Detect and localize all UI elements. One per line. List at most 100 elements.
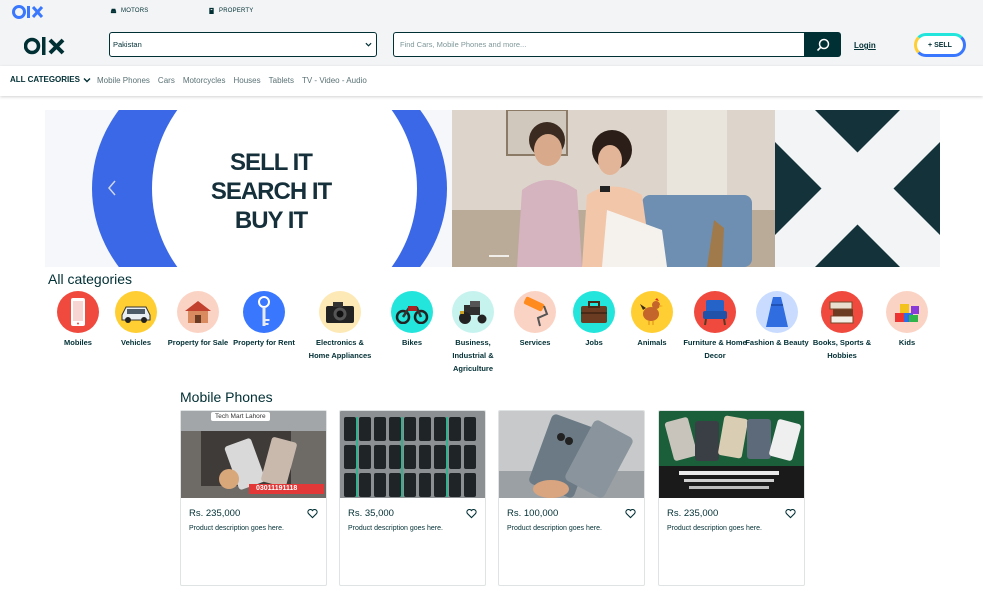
product-card[interactable]: Rs. 35,000 Product description goes here… bbox=[339, 410, 486, 586]
category-mobiles-circle bbox=[57, 291, 99, 333]
category-link-mobile-phones[interactable]: Mobile Phones bbox=[97, 76, 150, 85]
car-icon bbox=[121, 306, 151, 323]
category-link-tv-video-audio[interactable]: TV - Video - Audio bbox=[302, 76, 367, 85]
search-button[interactable] bbox=[804, 32, 841, 57]
product-card[interactable]: Rs. 235,000 Product description goes her… bbox=[658, 410, 805, 586]
chevron-left-icon[interactable] bbox=[107, 180, 117, 196]
product-image-tag: Tech Mart Lahore bbox=[211, 412, 270, 421]
paint-roller-icon bbox=[523, 296, 549, 327]
search-input[interactable]: Find Cars, Mobile Phones and more... bbox=[393, 32, 805, 57]
banner-right-panel bbox=[775, 110, 940, 267]
category-link-motorcycles[interactable]: Motorcycles bbox=[183, 76, 226, 85]
camera-icon bbox=[326, 302, 354, 323]
hero-banner[interactable]: SELL IT SEARCH IT BUY IT bbox=[45, 110, 940, 267]
category-property-for-sale-circle bbox=[177, 291, 219, 333]
couple-photo-image bbox=[452, 110, 775, 267]
armchair-icon bbox=[703, 300, 727, 326]
category-kids[interactable]: Kids bbox=[872, 291, 942, 349]
location-value: Pakistan bbox=[113, 40, 142, 49]
banner-line-3: BUY IT bbox=[234, 207, 308, 234]
category-link-cars[interactable]: Cars bbox=[158, 76, 175, 85]
product-description: Product description goes here. bbox=[507, 525, 602, 532]
category-property-for-rent-circle bbox=[243, 291, 285, 333]
heart-icon[interactable] bbox=[785, 508, 796, 519]
tractor-icon bbox=[459, 301, 487, 324]
dress-icon bbox=[766, 297, 788, 327]
nav-motors-label: MOTORS bbox=[121, 7, 149, 14]
category-bikes-label: Bikes bbox=[401, 338, 422, 347]
product-photo-3 bbox=[499, 411, 644, 498]
category-animals[interactable]: Animals bbox=[617, 291, 687, 349]
books-icon bbox=[829, 301, 854, 324]
product-photo-1 bbox=[181, 411, 326, 498]
product-card[interactable]: Tech Mart Lahore 03011191118 Rs. 235,000… bbox=[180, 410, 327, 586]
top-strip: MOTORS PROPERTY bbox=[0, 0, 983, 24]
nav-motors[interactable]: MOTORS bbox=[110, 7, 148, 14]
category-books-sports-circle bbox=[821, 291, 863, 333]
category-property-for-sale[interactable]: Property for Sale bbox=[163, 291, 233, 349]
product-photo-2 bbox=[340, 411, 485, 498]
product-photo-4 bbox=[659, 411, 804, 498]
category-business[interactable]: Business, Industrial & Agriculture bbox=[438, 291, 508, 375]
category-electronics-circle bbox=[319, 291, 361, 333]
product-price: Rs. 235,000 bbox=[189, 508, 241, 519]
banner-line-1: SELL IT bbox=[230, 149, 313, 176]
login-link[interactable]: Login bbox=[854, 41, 876, 50]
search-placeholder: Find Cars, Mobile Phones and more... bbox=[400, 40, 527, 49]
category-bikes[interactable]: Bikes bbox=[377, 291, 447, 349]
category-services-circle bbox=[514, 291, 556, 333]
product-price: Rs. 100,000 bbox=[507, 508, 559, 519]
carousel-indicator[interactable] bbox=[489, 255, 509, 257]
house-icon bbox=[185, 301, 211, 323]
category-vehicles[interactable]: Vehicles bbox=[101, 291, 171, 349]
sell-button[interactable]: + SELL bbox=[914, 33, 966, 57]
product-price: Rs. 35,000 bbox=[348, 508, 394, 519]
category-books-sports[interactable]: Books, Sports & Hobbies bbox=[807, 291, 877, 362]
category-business-circle bbox=[452, 291, 494, 333]
location-select[interactable]: Pakistan bbox=[109, 32, 377, 57]
category-electronics[interactable]: Electronics & Home Appliances bbox=[305, 291, 375, 362]
category-furniture[interactable]: Furniture & Home Decor bbox=[680, 291, 750, 362]
product-price: Rs. 235,000 bbox=[667, 508, 719, 519]
product-image bbox=[659, 411, 804, 498]
olx-x-graphic bbox=[775, 110, 940, 267]
heart-icon[interactable] bbox=[625, 508, 636, 519]
nav-property[interactable]: PROPERTY bbox=[208, 7, 254, 14]
product-image bbox=[499, 411, 644, 498]
category-kids-label: Kids bbox=[898, 338, 916, 347]
all-categories-dropdown[interactable]: ALL CATEGORIES bbox=[10, 75, 91, 84]
category-link-tablets[interactable]: Tablets bbox=[269, 76, 294, 85]
key-icon bbox=[258, 296, 270, 326]
banner-photo-couple bbox=[452, 110, 775, 267]
search-icon bbox=[816, 38, 829, 51]
mobile-phone-icon bbox=[71, 298, 85, 326]
category-books-sports-label: Books, Sports & Hobbies bbox=[812, 338, 872, 360]
category-animals-circle bbox=[631, 291, 673, 333]
category-property-for-rent[interactable]: Property for Rent bbox=[229, 291, 299, 349]
nav-property-label: PROPERTY bbox=[219, 7, 254, 14]
category-fashion[interactable]: Fashion & Beauty bbox=[742, 291, 812, 349]
chevron-down-icon bbox=[365, 42, 372, 47]
mobile-phones-title: Mobile Phones bbox=[180, 389, 273, 405]
chevron-down-icon bbox=[83, 77, 91, 82]
all-categories-label: ALL CATEGORIES bbox=[10, 75, 80, 84]
category-fashion-circle bbox=[756, 291, 798, 333]
category-bar: ALL CATEGORIES Mobile Phones Cars Motorc… bbox=[0, 66, 983, 96]
category-animals-label: Animals bbox=[637, 338, 667, 347]
category-vehicles-label: Vehicles bbox=[120, 338, 152, 347]
category-bikes-circle bbox=[391, 291, 433, 333]
heart-icon[interactable] bbox=[307, 508, 318, 519]
sell-button-label: + SELL bbox=[928, 41, 952, 49]
category-fashion-label: Fashion & Beauty bbox=[745, 338, 809, 347]
olx-small-logo[interactable] bbox=[11, 3, 45, 21]
category-link-houses[interactable]: Houses bbox=[234, 76, 261, 85]
olx-logo[interactable] bbox=[24, 34, 68, 58]
banner-slogan: SELL IT SEARCH IT BUY IT bbox=[191, 148, 351, 235]
building-icon bbox=[209, 7, 214, 14]
category-electronics-label: Electronics & Home Appliances bbox=[308, 338, 372, 360]
product-description: Product description goes here. bbox=[348, 525, 443, 532]
heart-icon[interactable] bbox=[466, 508, 477, 519]
category-property-for-rent-label: Property for Rent bbox=[233, 338, 295, 347]
category-furniture-circle bbox=[694, 291, 736, 333]
product-card[interactable]: Rs. 100,000 Product description goes her… bbox=[498, 410, 645, 586]
